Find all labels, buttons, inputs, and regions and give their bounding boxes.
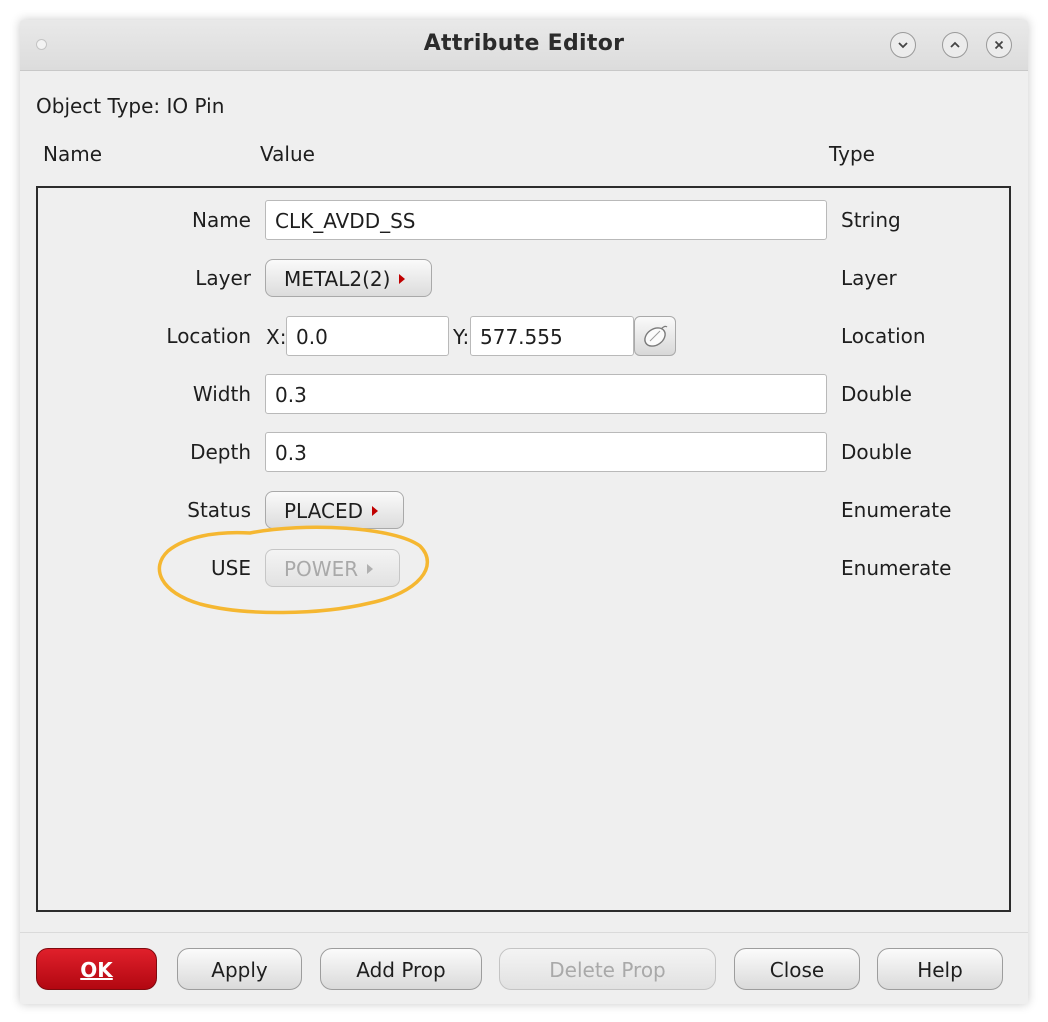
status-value: PLACED — [284, 499, 363, 523]
location-type: Location — [841, 324, 926, 348]
object-type: Object Type: IO Pin — [36, 94, 224, 118]
row-width: Width 0.3 Double — [38, 372, 1009, 416]
location-x-input[interactable]: 0.0 — [286, 316, 449, 356]
status-type: Enumerate — [841, 498, 952, 522]
close-button[interactable]: Close — [734, 948, 860, 990]
depth-type: Double — [841, 440, 912, 464]
location-x-label: X: — [266, 325, 287, 349]
cycle-arrow-icon — [367, 564, 374, 574]
layer-type: Layer — [841, 266, 897, 290]
depth-input[interactable]: 0.3 — [265, 432, 827, 472]
apply-button[interactable]: Apply — [177, 948, 302, 990]
ok-button-label: OK — [80, 958, 113, 982]
location-y-label: Y: — [453, 325, 470, 349]
minimize-chevron-down-icon[interactable] — [890, 32, 916, 58]
width-input[interactable]: 0.3 — [265, 374, 827, 414]
name-input[interactable]: CLK_AVDD_SS — [265, 200, 827, 240]
close-x-icon[interactable] — [986, 32, 1012, 58]
cycle-arrow-icon — [399, 274, 406, 284]
location-label: Location — [166, 324, 251, 348]
row-name: Name CLK_AVDD_SS String — [38, 198, 1009, 242]
width-type: Double — [841, 382, 912, 406]
layer-value: METAL2(2) — [284, 267, 391, 291]
object-type-label: Object Type: — [36, 94, 161, 118]
column-header-type: Type — [829, 142, 875, 166]
status-label: Status — [187, 498, 251, 522]
name-type: String — [841, 208, 901, 232]
layer-cycle-button[interactable]: METAL2(2) — [265, 259, 432, 297]
use-label: USE — [211, 556, 251, 580]
delete-prop-button-label: Delete Prop — [549, 958, 666, 982]
location-y-input[interactable]: 577.555 — [470, 316, 634, 356]
maximize-chevron-up-icon[interactable] — [942, 32, 968, 58]
row-status: Status PLACED Enumerate — [38, 488, 1009, 532]
row-layer: Layer METAL2(2) Layer — [38, 256, 1009, 300]
row-use: USE POWER Enumerate — [38, 546, 1009, 590]
title-bar: Attribute Editor — [20, 20, 1028, 71]
use-cycle-button[interactable]: POWER — [265, 549, 400, 587]
close-button-label: Close — [769, 958, 825, 982]
use-value: POWER — [284, 557, 359, 581]
column-header-name: Name — [43, 142, 103, 166]
window-title: Attribute Editor — [423, 31, 625, 56]
add-prop-button[interactable]: Add Prop — [320, 948, 482, 990]
help-button-label: Help — [917, 958, 963, 982]
help-button[interactable]: Help — [877, 948, 1003, 990]
column-header-value: Value — [260, 142, 315, 166]
add-prop-button-label: Add Prop — [356, 958, 446, 982]
layer-label: Layer — [195, 266, 251, 290]
attributes-panel: Name CLK_AVDD_SS String Layer METAL2(2) … — [36, 186, 1011, 912]
cycle-arrow-icon — [372, 506, 378, 516]
mouse-pick-button[interactable] — [634, 316, 676, 356]
delete-prop-button[interactable]: Delete Prop — [499, 948, 716, 990]
use-type: Enumerate — [841, 556, 952, 580]
object-type-value: IO Pin — [166, 94, 225, 118]
attribute-editor-window: Attribute Editor Object Type: IO Pin Nam… — [20, 20, 1028, 1004]
button-separator — [20, 932, 1028, 933]
depth-label: Depth — [190, 440, 251, 464]
mouse-icon — [644, 325, 668, 347]
apply-button-label: Apply — [211, 958, 268, 982]
width-label: Width — [192, 382, 251, 406]
row-depth: Depth 0.3 Double — [38, 430, 1009, 474]
ok-button[interactable]: OK — [36, 948, 157, 990]
status-cycle-button[interactable]: PLACED — [265, 491, 404, 529]
row-location: Location X: 0.0 Y: 577.555 Location — [38, 314, 1009, 358]
name-label: Name — [191, 208, 251, 232]
